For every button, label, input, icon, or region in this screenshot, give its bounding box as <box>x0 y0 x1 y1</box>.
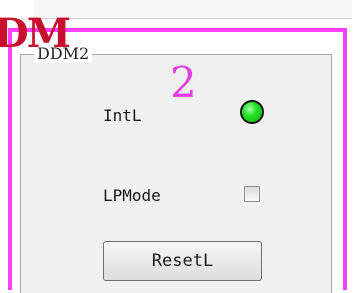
lpmode-checkbox[interactable] <box>244 186 260 202</box>
brand-logo-fragment: DM <box>0 10 71 57</box>
annotation-number: 2 <box>170 58 197 107</box>
resetl-button[interactable]: ResetL <box>103 241 262 281</box>
lpmode-label: LPMode <box>103 186 161 205</box>
intl-label: IntL <box>103 106 142 125</box>
intl-indicator-led-icon <box>240 100 264 124</box>
top-panel-edge <box>34 0 352 19</box>
